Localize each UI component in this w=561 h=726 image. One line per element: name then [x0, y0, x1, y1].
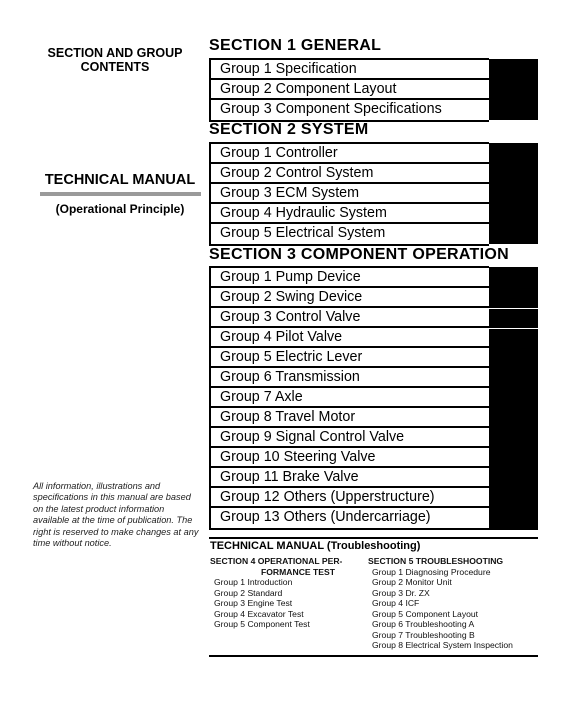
section-3-group-9[interactable]: Group 9 Signal Control Valve — [211, 428, 489, 448]
section-5-group-3[interactable]: Group 3 Dr. ZX — [372, 588, 513, 599]
section-1-group-1[interactable]: Group 1 Specification — [211, 60, 489, 80]
section-2-group-1[interactable]: Group 1 Controller — [211, 144, 489, 164]
section-4-group-4[interactable]: Group 4 Excavator Test — [214, 609, 342, 620]
section-3-group-13[interactable]: Group 13 Others (Undercarriage) — [211, 508, 489, 528]
contents-title: SECTION AND GROUP CONTENTS — [47, 46, 183, 74]
section-2-group-2[interactable]: Group 2 Control System — [211, 164, 489, 184]
section-3-tab-marker-top — [489, 267, 538, 308]
section-5-group-7[interactable]: Group 7 Troubleshooting B — [372, 630, 513, 641]
section-3-group-12[interactable]: Group 12 Others (Upperstructure) — [211, 488, 489, 508]
troubleshooting-top-rule — [209, 537, 538, 539]
section-3-group-list: Group 1 Pump Device Group 2 Swing Device… — [209, 266, 489, 530]
section-3-group-3[interactable]: Group 3 Control Valve — [211, 308, 489, 328]
troubleshooting-title: TECHNICAL MANUAL (Troubleshooting) — [210, 540, 421, 552]
section-4-heading-line-2: FORMANCE TEST — [261, 566, 335, 577]
disclaimer-text: All information, illustrations and speci… — [33, 481, 199, 549]
section-4-group-3[interactable]: Group 3 Engine Test — [214, 598, 342, 609]
section-2-heading: SECTION 2 SYSTEM — [209, 121, 369, 138]
troubleshooting-bottom-rule — [209, 655, 538, 657]
section-5-group-8[interactable]: Group 8 Electrical System Inspection — [372, 640, 513, 651]
section-5-group-5[interactable]: Group 5 Component Layout — [372, 609, 513, 620]
section-5-group-2[interactable]: Group 2 Monitor Unit — [372, 577, 513, 588]
section-1-group-3[interactable]: Group 3 Component Specifications — [211, 100, 489, 120]
section-3-heading: SECTION 3 COMPONENT OPERATION — [209, 246, 509, 263]
section-4-heading-line-1: SECTION 4 OPERATIONAL PER- — [210, 556, 343, 566]
section-3-group-6[interactable]: Group 6 Transmission — [211, 368, 489, 388]
section-3-group-10[interactable]: Group 10 Steering Valve — [211, 448, 489, 468]
section-3-group-7[interactable]: Group 7 Axle — [211, 388, 489, 408]
manual-title: TECHNICAL MANUAL — [44, 172, 196, 188]
section-2-tab-marker — [489, 143, 538, 244]
section-3-group-11[interactable]: Group 11 Brake Valve — [211, 468, 489, 488]
section-3-tab-marker-middle — [489, 309, 538, 328]
section-1-heading: SECTION 1 GENERAL — [209, 37, 382, 54]
section-4-column: SECTION 4 OPERATIONAL PER- FORMANCE TEST… — [210, 556, 342, 630]
section-3-group-2[interactable]: Group 2 Swing Device — [211, 288, 489, 308]
section-4-group-2[interactable]: Group 2 Standard — [214, 588, 342, 599]
section-3-group-4[interactable]: Group 4 Pilot Valve — [211, 328, 489, 348]
section-3-group-1[interactable]: Group 1 Pump Device — [211, 268, 489, 288]
section-4-group-1[interactable]: Group 1 Introduction — [214, 577, 342, 588]
section-2-group-4[interactable]: Group 4 Hydraulic System — [211, 204, 489, 224]
section-2-group-5[interactable]: Group 5 Electrical System — [211, 224, 489, 244]
section-3-group-5[interactable]: Group 5 Electric Lever — [211, 348, 489, 368]
section-1-group-list: Group 1 Specification Group 2 Component … — [209, 58, 489, 122]
section-1-tab-marker — [489, 59, 538, 120]
section-2-group-3[interactable]: Group 3 ECM System — [211, 184, 489, 204]
section-5-group-4[interactable]: Group 4 ICF — [372, 598, 513, 609]
manual-subtitle: (Operational Principle) — [55, 202, 185, 216]
section-1-group-2[interactable]: Group 2 Component Layout — [211, 80, 489, 100]
section-5-group-1[interactable]: Group 1 Diagnosing Procedure — [372, 567, 513, 578]
section-5-heading: SECTION 5 TROUBLESHOOTING — [368, 556, 504, 566]
manual-title-rule — [40, 192, 201, 196]
section-5-column: SECTION 5 TROUBLESHOOTING Group 1 Diagno… — [368, 556, 513, 651]
section-3-group-8[interactable]: Group 8 Travel Motor — [211, 408, 489, 428]
section-5-group-6[interactable]: Group 6 Troubleshooting A — [372, 619, 513, 630]
section-3-tab-marker-bottom — [489, 329, 538, 530]
section-2-group-list: Group 1 Controller Group 2 Control Syste… — [209, 142, 489, 246]
section-4-group-5[interactable]: Group 5 Component Test — [214, 619, 342, 630]
